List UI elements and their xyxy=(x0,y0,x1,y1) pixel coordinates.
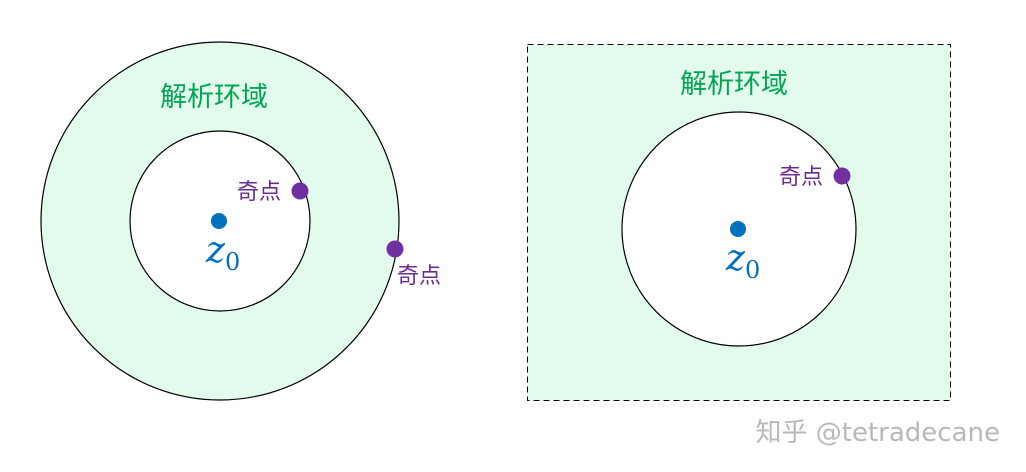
left-inner-singularity-label: 奇点 xyxy=(237,180,281,205)
annulus-diagram: 解析环域 z0 奇点 奇点 解析环域 z0 奇点 知乎 @tetradecane xyxy=(40,41,1000,448)
left-region-label: 解析环域 xyxy=(160,82,268,113)
right-center-point xyxy=(730,221,746,237)
watermark: 知乎 @tetradecane xyxy=(756,418,1000,448)
right-region-label: 解析环域 xyxy=(680,69,788,100)
left-inner-singularity xyxy=(291,182,309,200)
left-outer-singularity-label: 奇点 xyxy=(397,264,441,289)
right-center-var: z xyxy=(725,238,746,279)
left-center-var: z xyxy=(205,230,226,271)
right-singularity xyxy=(833,167,851,185)
right-singularity-label: 奇点 xyxy=(779,165,823,190)
left-center-point xyxy=(211,213,227,229)
right-panel: 解析环域 z0 奇点 xyxy=(527,44,951,401)
right-center-sub: 0 xyxy=(745,256,760,284)
left-center-sub: 0 xyxy=(225,248,240,276)
left-outer-singularity xyxy=(386,240,404,258)
left-panel: 解析环域 z0 奇点 奇点 xyxy=(40,41,441,401)
